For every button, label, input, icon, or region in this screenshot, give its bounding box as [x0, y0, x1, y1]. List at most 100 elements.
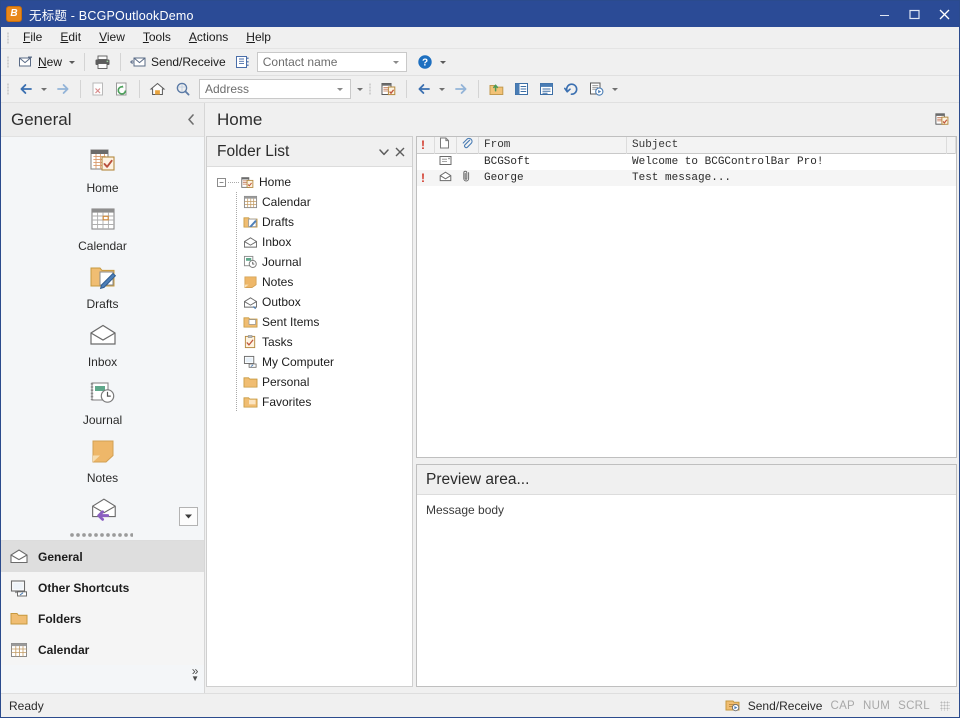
tree-node-outbox[interactable]: Outbox [207, 292, 412, 312]
address-input[interactable]: Address [205, 82, 249, 96]
tree-node-my-computer[interactable]: My Computer [207, 352, 412, 372]
tree-node-sent-items[interactable]: Sent Items [207, 312, 412, 332]
menu-item-file[interactable]: File [14, 27, 51, 48]
web-toolbar-overflow-arrow[interactable] [357, 87, 363, 91]
menu-item-actions[interactable]: Actions [180, 27, 237, 48]
tree-node-drafts[interactable]: Drafts [207, 212, 412, 232]
web-back-button[interactable] [14, 78, 51, 100]
tree-node-calendar[interactable]: Calendar [207, 192, 412, 212]
nav-back-dropdown-arrow[interactable] [439, 87, 445, 91]
new-button-label: New [38, 55, 63, 69]
menu-item-help[interactable]: Help [237, 27, 280, 48]
folder-list-menu-button[interactable] [376, 144, 392, 160]
find-contact-icon-button[interactable] [230, 51, 255, 73]
column-header-importance[interactable]: ! [417, 136, 435, 154]
address-combo[interactable]: Address [199, 79, 351, 99]
menu-item-tools[interactable]: Tools [134, 27, 180, 48]
journal-icon [87, 377, 119, 409]
nav-back-button[interactable] [412, 78, 449, 100]
minimize-button[interactable] [869, 1, 899, 27]
collapse-pane-button[interactable] [184, 112, 198, 126]
help-button[interactable]: ? [413, 51, 450, 73]
shortcut-calendar[interactable]: Calendar [1, 195, 204, 253]
folder-list-close-button[interactable] [392, 144, 408, 160]
rules-wizard-button[interactable] [584, 78, 622, 100]
menu-bar-grip[interactable] [4, 30, 12, 46]
chevron-down-icon[interactable] [337, 87, 343, 91]
tree-node-inbox[interactable]: Inbox [207, 232, 412, 252]
collapse-expander-icon[interactable]: − [217, 177, 226, 187]
new-dropdown-arrow[interactable] [69, 60, 76, 64]
outlook-bar-group-general[interactable]: General [1, 541, 204, 572]
outlook-bar-group-other-shortcuts[interactable]: Other Shortcuts [1, 572, 204, 603]
shortcut-inbox[interactable]: Inbox [1, 311, 204, 369]
tree-node-favorites[interactable]: Favorites [207, 392, 412, 412]
nav-forward-button[interactable] [449, 78, 473, 100]
row-attachment-icon [457, 170, 479, 186]
status-send-receive-label[interactable]: Send/Receive [748, 699, 823, 713]
more-buttons-icon[interactable]: » ▼ [191, 665, 199, 683]
outlook-bar-group-folders[interactable]: Folders [1, 603, 204, 634]
undo-button[interactable] [559, 78, 584, 100]
tree-node-tasks[interactable]: Tasks [207, 332, 412, 352]
scroll-down-button[interactable] [179, 507, 198, 526]
shortcut-notes[interactable]: Notes [1, 427, 204, 485]
up-one-level-button[interactable] [484, 78, 509, 100]
web-toolbar-grip[interactable] [4, 81, 12, 97]
column-header-subject[interactable]: Subject [627, 136, 947, 154]
resize-grip[interactable] [940, 700, 950, 711]
outlook-bar-group-calendar[interactable]: Calendar [1, 634, 204, 665]
message-row[interactable]: ! George Test message... [417, 170, 956, 186]
envelope-icon [87, 319, 119, 351]
column-header-from[interactable]: From [479, 136, 627, 154]
tree-node-home[interactable]: − Home [207, 172, 412, 192]
menu-item-view[interactable]: View [90, 27, 134, 48]
shortcut-inbox-arrow[interactable] [1, 485, 204, 529]
print-button[interactable] [90, 51, 115, 73]
tasks-icon [242, 334, 258, 350]
tree-node-notes[interactable]: Notes [207, 272, 412, 292]
tree-node-journal[interactable]: Journal [207, 252, 412, 272]
find-contact-combo[interactable]: Contact name [256, 52, 407, 72]
calendar-icon [9, 640, 29, 660]
preview-pane-title: Preview area... [426, 470, 530, 488]
outlook-today-icon[interactable] [934, 111, 950, 127]
chevron-down-icon[interactable] [392, 60, 399, 64]
outlook-today-button[interactable] [376, 78, 401, 100]
rules-wizard-icon [588, 81, 605, 97]
search-icon [174, 81, 191, 97]
send-receive-button[interactable]: Send/Receive [126, 51, 230, 73]
outlook-toolbar-grip[interactable] [366, 81, 374, 97]
shortcut-drafts[interactable]: Drafts [1, 253, 204, 311]
shortcut-journal[interactable]: Journal [1, 369, 204, 427]
web-search-button[interactable] [170, 78, 195, 100]
shortcut-home[interactable]: Home [1, 137, 204, 195]
close-button[interactable] [929, 1, 959, 27]
bcg-app-icon: B [6, 6, 22, 22]
web-forward-button[interactable] [51, 78, 75, 100]
my-computer-icon [242, 354, 258, 370]
menu-item-edit[interactable]: Edit [51, 27, 90, 48]
message-area: ! From Subject BCGSoft Welcome to BCGCon… [416, 136, 957, 687]
sent-items-icon [242, 314, 258, 330]
status-bar-right: Send/Receive CAP NUM SCRL [724, 698, 959, 713]
web-refresh-button[interactable] [110, 78, 134, 100]
standard-toolbar-grip[interactable] [4, 54, 12, 70]
paperclip-icon [461, 170, 472, 186]
folder-list-button[interactable] [509, 78, 534, 100]
preview-pane-button[interactable] [534, 78, 559, 100]
column-header-attachment[interactable] [457, 136, 479, 154]
maximize-button[interactable] [899, 1, 929, 27]
new-button[interactable]: New [14, 51, 79, 73]
rules-wizard-dropdown-arrow[interactable] [612, 87, 618, 91]
outlook-bar: General Home Calendar Drafts Inbox Journ… [1, 103, 205, 693]
message-row[interactable]: BCGSoft Welcome to BCGControlBar Pro! [417, 154, 956, 170]
web-home-button[interactable] [145, 78, 170, 100]
tree-node-personal[interactable]: Personal [207, 372, 412, 392]
row-importance: ! [421, 171, 425, 185]
column-header-type[interactable] [435, 136, 457, 154]
help-dropdown-arrow[interactable] [439, 60, 446, 64]
arrow-right-icon [55, 81, 71, 97]
find-contact-input[interactable]: Contact name [263, 55, 338, 69]
web-back-dropdown-arrow[interactable] [41, 87, 47, 91]
